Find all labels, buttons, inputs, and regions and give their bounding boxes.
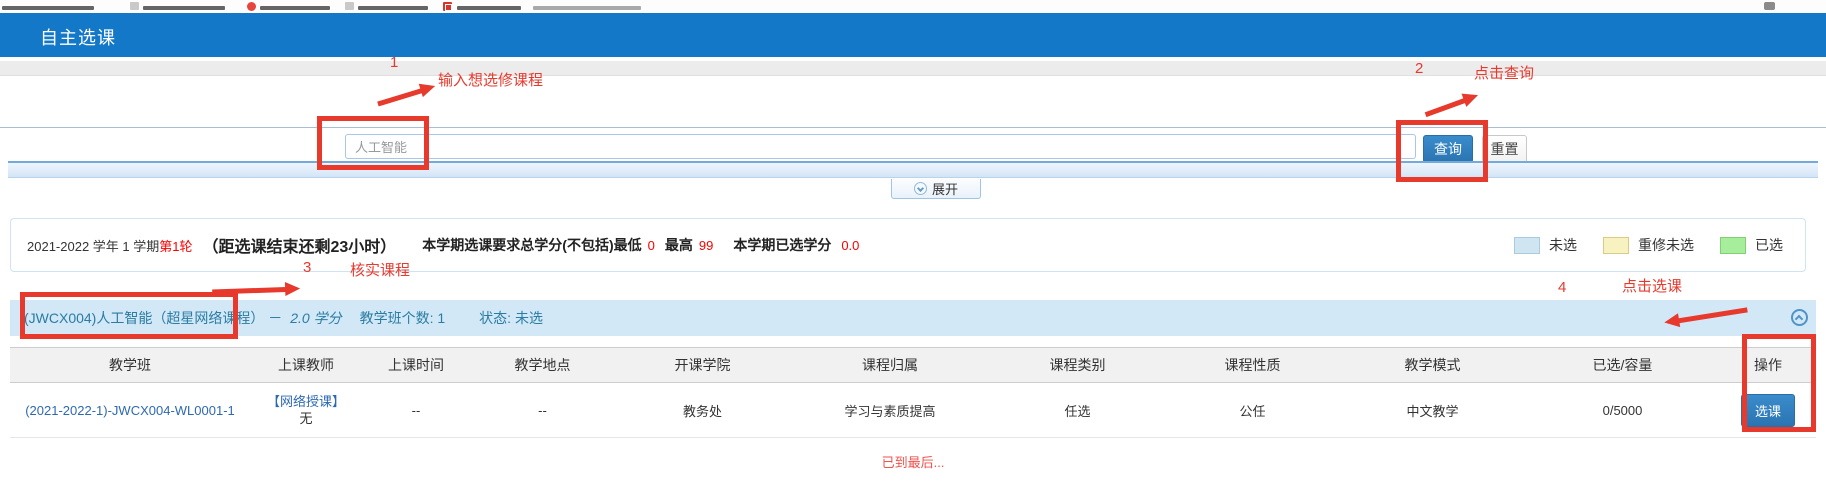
legend-item-unselected: 未选 [1514, 235, 1577, 255]
class-id-link[interactable]: (2021-2022-1)-JWCX004-WL0001-1 [25, 403, 235, 418]
legend-label: 已选 [1755, 235, 1783, 255]
class-table: 教学班 上课教师 上课时间 教学地点 开课学院 课程归属 课程类别 课程性质 教… [10, 347, 1816, 438]
semester-label: 2021-2022 学年 1 学期 [27, 236, 159, 255]
status-legend: 未选 重修未选 已选 [1514, 235, 1783, 255]
class-nature: 公任 [1165, 383, 1340, 438]
course-header-bar[interactable]: (JWCX004)人工智能（超星网络课程） － 2.0 学分 教学班个数: 1 … [10, 300, 1816, 336]
legend-item-selected: 已选 [1720, 235, 1783, 255]
app-header: 自主选课 [0, 13, 1826, 57]
min-credit-value: 0 [648, 238, 655, 253]
step1-number: 1 [390, 54, 398, 71]
col-header-place: 教学地点 [470, 348, 615, 383]
semester-info-panel: 2021-2022 学年 1 学期 第1轮 （距选课结束还剩23小时） 本学期选… [10, 218, 1806, 272]
class-place: -- [470, 383, 615, 438]
col-header-teacher: 上课教师 [250, 348, 362, 383]
step1-highlight-box [317, 116, 429, 170]
round-label: 第1轮 [159, 236, 192, 255]
step4-label: 点击选课 [1622, 275, 1682, 296]
class-belonging: 学习与素质提高 [790, 383, 990, 438]
selected-credit-value: 0.0 [841, 238, 859, 253]
collapse-course-button[interactable] [1791, 309, 1808, 326]
retake-swatch [1603, 237, 1629, 254]
selected-credit-label: 本学期已选学分 [733, 235, 831, 255]
search-panel: 查询 重置 [0, 127, 1826, 162]
col-header-college: 开课学院 [615, 348, 790, 383]
step1-label: 输入想选修课程 [438, 69, 543, 90]
bookmark-item[interactable] [358, 6, 428, 10]
course-search-input[interactable] [345, 134, 1416, 159]
step4-highlight-box [1742, 334, 1816, 432]
legend-label: 未选 [1549, 235, 1577, 255]
class-capacity: 0/5000 [1525, 383, 1720, 438]
col-header-nature: 课程性质 [1165, 348, 1340, 383]
step2-arrow-icon [1424, 90, 1477, 109]
chevron-down-circle-icon [914, 182, 927, 195]
page-title: 自主选课 [40, 24, 116, 50]
class-college: 教务处 [615, 383, 790, 438]
col-header-mode: 教学模式 [1340, 348, 1525, 383]
panel-bottom-strip [8, 161, 1818, 178]
favicon-red-circle-icon [247, 2, 256, 11]
max-credit-label: 最高 [665, 235, 693, 255]
credit-requirement-label: 本学期选课要求总学分(不包括)最低 [422, 235, 641, 255]
sub-header-strip [0, 61, 1826, 76]
step1-arrow-icon [376, 81, 433, 99]
class-mode: 中文教学 [1340, 383, 1525, 438]
step2-number: 2 [1415, 60, 1423, 77]
expand-label: 展开 [932, 179, 958, 198]
end-of-list-text: 已到最后... [0, 452, 1826, 471]
deadline-label: （距选课结束还剩23小时） [202, 233, 396, 257]
col-header-time: 上课时间 [362, 348, 470, 383]
col-header-capacity: 已选/容量 [1525, 348, 1720, 383]
step4-number: 4 [1558, 279, 1566, 296]
bookmark-item[interactable] [533, 6, 641, 10]
class-category: 任选 [990, 383, 1165, 438]
legend-item-retake: 重修未选 [1603, 235, 1694, 255]
legend-label: 重修未选 [1638, 235, 1694, 255]
step3-arrow-icon [212, 283, 300, 286]
course-class-count: 教学班个数: 1 [360, 308, 446, 328]
course-credits: 2.0 学分 [290, 308, 341, 328]
table-header-row: 教学班 上课教师 上课时间 教学地点 开课学院 课程归属 课程类别 课程性质 教… [10, 348, 1816, 383]
bookmark-item[interactable] [2, 6, 94, 10]
folder-icon [130, 2, 139, 10]
col-header-class: 教学班 [10, 348, 250, 383]
col-header-belonging: 课程归属 [790, 348, 990, 383]
step2-highlight-box [1396, 120, 1488, 182]
favicon-red-square-icon [443, 2, 452, 11]
course-status: 状态: 未选 [479, 308, 543, 328]
step3-label: 核实课程 [350, 259, 410, 280]
expand-toggle[interactable]: 展开 [891, 179, 981, 199]
bookmark-item[interactable] [260, 6, 330, 10]
selected-swatch [1720, 237, 1746, 254]
teacher-name: 无 [250, 410, 362, 427]
bookmarks-overflow-icon[interactable] [1764, 2, 1775, 10]
step3-highlight-box [20, 292, 238, 339]
bookmark-item[interactable] [457, 6, 521, 10]
step2-label: 点击查询 [1474, 62, 1534, 83]
bookmark-item[interactable] [143, 6, 225, 10]
semester-info-text: 2021-2022 学年 1 学期 第1轮 （距选课结束还剩23小时） 本学期选… [27, 233, 859, 257]
class-time: -- [362, 383, 470, 438]
teacher-tag: 【网络授课】 [250, 393, 362, 410]
col-header-category: 课程类别 [990, 348, 1165, 383]
folder-icon [345, 2, 354, 10]
reset-button[interactable]: 重置 [1482, 135, 1527, 163]
table-row: (2021-2022-1)-JWCX004-WL0001-1 【网络授课】 无 … [10, 383, 1816, 438]
step3-number: 3 [303, 259, 311, 276]
max-credit-value: 99 [699, 238, 713, 253]
course-selection-page: 自主选课 查询 重置 展开 2021-2022 学年 1 学期 第1轮 （距选课… [0, 0, 1826, 481]
unselected-swatch [1514, 237, 1540, 254]
browser-bookmarks-bar [0, 0, 1826, 13]
